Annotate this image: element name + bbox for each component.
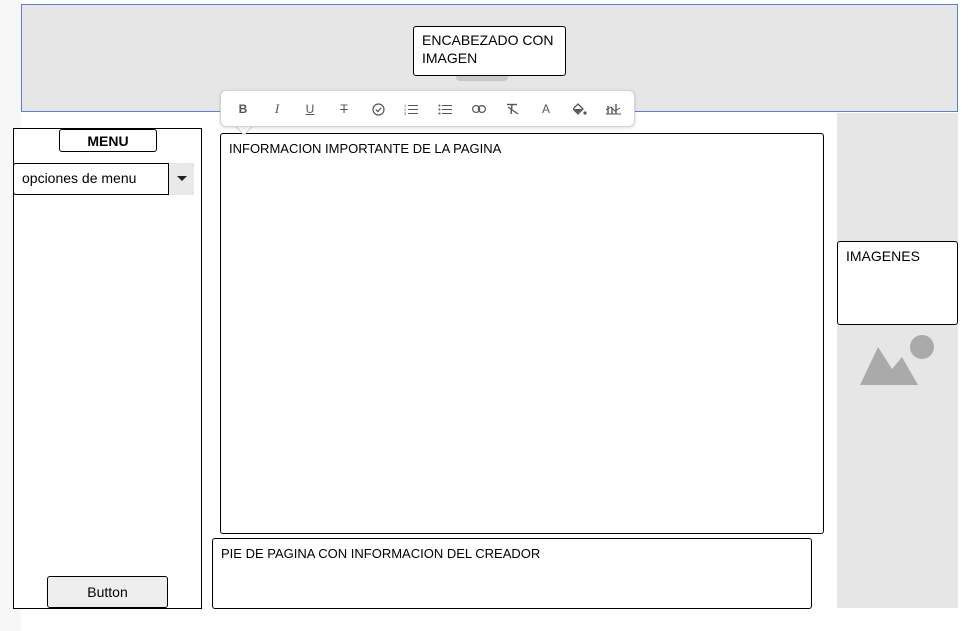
fill-color-icon[interactable] <box>571 100 589 118</box>
font-color-icon[interactable]: A <box>537 100 555 118</box>
bold-icon[interactable]: B <box>234 100 252 118</box>
footer-text: PIE DE PAGINA CON INFORMACION DEL CREADO… <box>221 546 541 561</box>
chart-icon[interactable] <box>604 100 622 118</box>
main-content-box[interactable]: INFORMACION IMPORTANTE DE LA PAGINA <box>220 133 824 534</box>
menu-title: MENU <box>59 129 157 152</box>
text-format-toolbar: B I U T 123 A <box>220 90 635 127</box>
header-label: ENCABEZADO CON IMAGEN <box>413 26 566 76</box>
menu-button[interactable]: Button <box>47 576 168 608</box>
ordered-list-icon[interactable]: 123 <box>402 100 420 118</box>
menu-select-toggle[interactable] <box>168 163 194 195</box>
main-content-text: INFORMACION IMPORTANTE DE LA PAGINA <box>229 141 502 156</box>
underline-icon[interactable]: U <box>301 100 319 118</box>
menu-panel <box>13 128 202 609</box>
check-circle-icon[interactable] <box>369 100 387 118</box>
svg-text:3: 3 <box>404 111 407 115</box>
images-label: IMAGENES <box>837 241 958 325</box>
menu-select-value: opciones de menu <box>22 170 137 186</box>
strikethrough-icon[interactable]: T <box>335 100 353 118</box>
image-placeholder-icon <box>860 335 934 385</box>
chevron-down-icon <box>177 176 187 181</box>
link-icon[interactable] <box>470 100 488 118</box>
clear-format-icon[interactable] <box>503 100 521 118</box>
footer-box[interactable]: PIE DE PAGINA CON INFORMACION DEL CREADO… <box>212 538 812 609</box>
bullet-list-icon[interactable] <box>436 100 454 118</box>
italic-icon[interactable]: I <box>268 100 286 118</box>
